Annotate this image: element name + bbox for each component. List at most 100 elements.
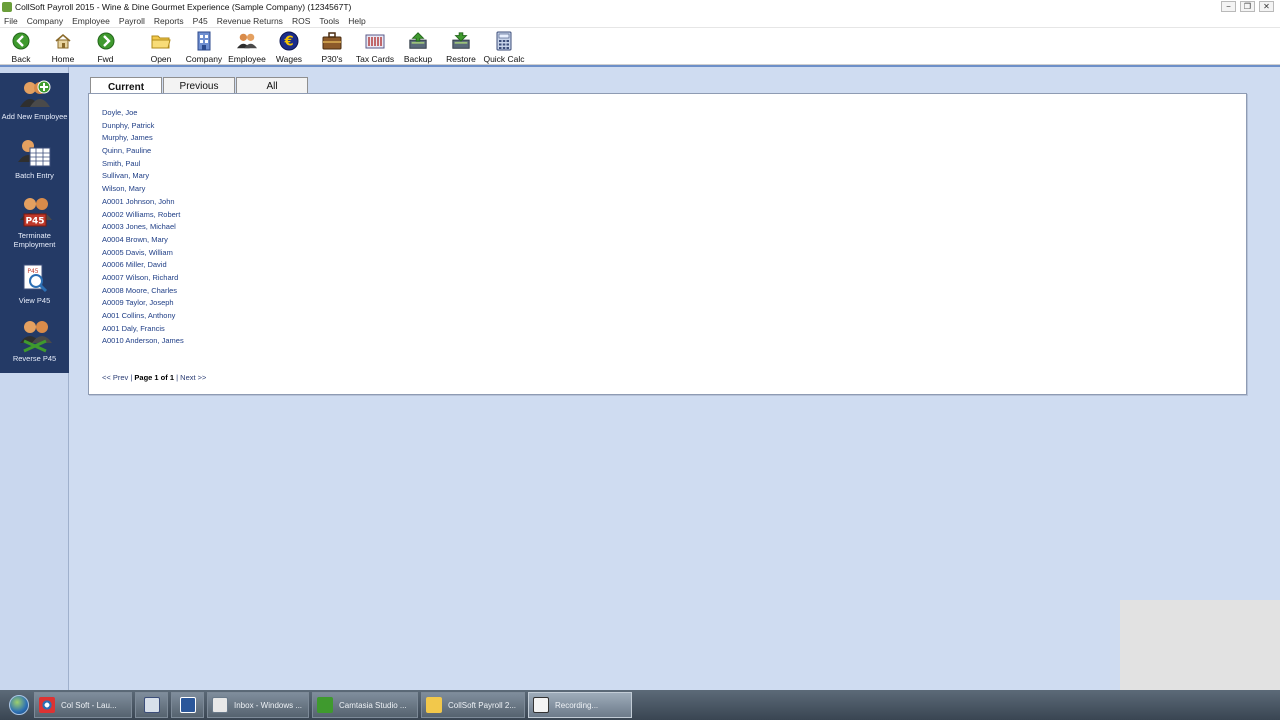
employee-link[interactable]: A0007 Wilson, Richard <box>102 272 184 285</box>
restore-icon <box>451 31 471 51</box>
restore-button[interactable]: ❐ <box>1240 1 1255 12</box>
folder-icon <box>151 31 171 51</box>
menu-file[interactable]: File <box>4 16 18 26</box>
taskbar: Col Soft - Lau... Inbox - Windows ... Ca… <box>0 690 1280 720</box>
employee-link[interactable]: A0010 Anderson, James <box>102 335 184 348</box>
restore-label: Restore <box>446 54 476 64</box>
employee-link[interactable]: A0003 Jones, Michael <box>102 221 184 234</box>
employee-label: Employee <box>228 54 266 64</box>
employee-link[interactable]: A0006 Miller, David <box>102 259 184 272</box>
taskbar-word[interactable] <box>171 692 204 718</box>
menu-employee[interactable]: Employee <box>72 16 110 26</box>
sidebar: Add New Employee Batch Entry P45 Termina… <box>0 67 69 690</box>
sidebar-add-new-employee[interactable]: Add New Employee <box>0 79 69 121</box>
employees-people-icon <box>237 31 257 51</box>
quick-calc-label: Quick Calc <box>483 54 525 64</box>
prev-page-link[interactable]: << Prev <box>102 373 128 382</box>
employee-button[interactable]: Employee <box>227 28 267 64</box>
sidebar-add-new-employee-label: Add New Employee <box>1 112 68 121</box>
taskbar-collsoft[interactable]: CollSoft Payroll 2... <box>421 692 525 718</box>
back-button[interactable]: Back <box>0 28 42 64</box>
pager-separator: | <box>130 373 133 382</box>
sidebar-reverse-p45-label: Reverse P45 <box>12 354 57 363</box>
employee-link[interactable]: Wilson, Mary <box>102 183 184 196</box>
menu-reports[interactable]: Reports <box>154 16 184 26</box>
next-page-link[interactable]: Next >> <box>180 373 206 382</box>
back-arrow-icon <box>11 31 31 51</box>
euro-icon: € <box>279 31 299 51</box>
employee-link[interactable]: Quinn, Pauline <box>102 145 184 158</box>
sidebar-batch-entry[interactable]: Batch Entry <box>0 138 69 180</box>
tax-cards-label: Tax Cards <box>355 54 395 64</box>
windows-orb-icon <box>9 695 29 715</box>
taskbar-chrome[interactable]: Col Soft - Lau... <box>34 692 132 718</box>
p30s-button[interactable]: P30's <box>311 28 353 64</box>
chrome-icon <box>39 697 55 713</box>
taskbar-calculator[interactable] <box>135 692 168 718</box>
employee-link[interactable]: A001 Daly, Francis <box>102 323 184 336</box>
toolbar: Back Home Fwd Open Company Employee € Wa… <box>0 28 1280 65</box>
camtasia-icon <box>317 697 333 713</box>
taskbar-camtasia[interactable]: Camtasia Studio ... <box>312 692 418 718</box>
employee-link[interactable]: A0001 Johnson, John <box>102 196 184 209</box>
employee-link[interactable]: Murphy, James <box>102 132 184 145</box>
company-building-icon <box>194 31 214 51</box>
window-controls: − ❐ ✕ <box>1221 1 1274 12</box>
employee-link[interactable]: A0002 Williams, Robert <box>102 209 184 222</box>
page-indicator: Page 1 of 1 <box>134 373 175 382</box>
minimize-button[interactable]: − <box>1221 1 1236 12</box>
recording-icon <box>533 697 549 713</box>
employee-link[interactable]: A0008 Moore, Charles <box>102 285 184 298</box>
sidebar-terminate-employment-label: Terminate Employment <box>13 231 56 249</box>
employee-link[interactable]: Doyle, Joe <box>102 107 184 120</box>
word-icon <box>179 697 196 713</box>
taskbar-collsoft-label: CollSoft Payroll 2... <box>448 700 517 710</box>
employee-link[interactable]: A0005 Davis, William <box>102 247 184 260</box>
sidebar-view-p45-label: View P45 <box>18 296 51 305</box>
pager-separator: | <box>176 373 179 382</box>
home-label: Home <box>51 54 75 64</box>
tax-cards-button[interactable]: Tax Cards <box>353 28 397 64</box>
sidebar-view-p45[interactable]: P45 View P45 <box>0 263 69 305</box>
employee-list: Doyle, Joe Dunphy, Patrick Murphy, James… <box>102 107 184 348</box>
employee-link[interactable]: A0004 Brown, Mary <box>102 234 184 247</box>
company-label: Company <box>185 54 223 64</box>
menu-p45[interactable]: P45 <box>193 16 208 26</box>
wages-button[interactable]: € Wages <box>267 28 311 64</box>
employee-link[interactable]: Smith, Paul <box>102 158 184 171</box>
taskbar-camtasia-label: Camtasia Studio ... <box>339 700 407 710</box>
recording-overlay <box>1120 600 1280 692</box>
menu-ros[interactable]: ROS <box>292 16 310 26</box>
sidebar-terminate-employment[interactable]: P45 Terminate Employment <box>0 196 69 249</box>
employee-list-panel: Doyle, Joe Dunphy, Patrick Murphy, James… <box>88 93 1247 395</box>
employee-link[interactable]: Dunphy, Patrick <box>102 120 184 133</box>
taskbar-outlook-label: Inbox - Windows ... <box>234 700 303 710</box>
employee-link[interactable]: A0009 Taylor, Joseph <box>102 297 184 310</box>
close-button[interactable]: ✕ <box>1259 1 1274 12</box>
forward-button[interactable]: Fwd <box>84 28 127 64</box>
terminate-employment-icon: P45 <box>19 198 52 227</box>
svg-text:€: € <box>283 35 293 50</box>
taskbar-outlook[interactable]: Inbox - Windows ... <box>207 692 309 718</box>
restore-toolbar-button[interactable]: Restore <box>439 28 483 64</box>
view-p45-icon: P45 <box>23 264 47 293</box>
menu-company[interactable]: Company <box>27 16 63 26</box>
menu-tools[interactable]: Tools <box>319 16 339 26</box>
back-label: Back <box>11 54 31 64</box>
taskbar-recording[interactable]: Recording... <box>528 692 632 718</box>
mail-icon <box>212 697 228 713</box>
backup-button[interactable]: Backup <box>397 28 439 64</box>
start-button[interactable] <box>4 691 34 719</box>
menu-help[interactable]: Help <box>348 16 365 26</box>
pagination: << Prev | Page 1 of 1 | Next >> <box>102 373 206 382</box>
tax-cards-icon <box>365 31 385 51</box>
company-button[interactable]: Company <box>181 28 227 64</box>
sidebar-reverse-p45[interactable]: Reverse P45 <box>0 319 69 363</box>
employee-link[interactable]: Sullivan, Mary <box>102 170 184 183</box>
open-button[interactable]: Open <box>141 28 181 64</box>
employee-link[interactable]: A001 Collins, Anthony <box>102 310 184 323</box>
quick-calc-button[interactable]: Quick Calc <box>483 28 525 64</box>
menu-payroll[interactable]: Payroll <box>119 16 145 26</box>
home-button[interactable]: Home <box>42 28 84 64</box>
menu-revenue-returns[interactable]: Revenue Returns <box>217 16 283 26</box>
